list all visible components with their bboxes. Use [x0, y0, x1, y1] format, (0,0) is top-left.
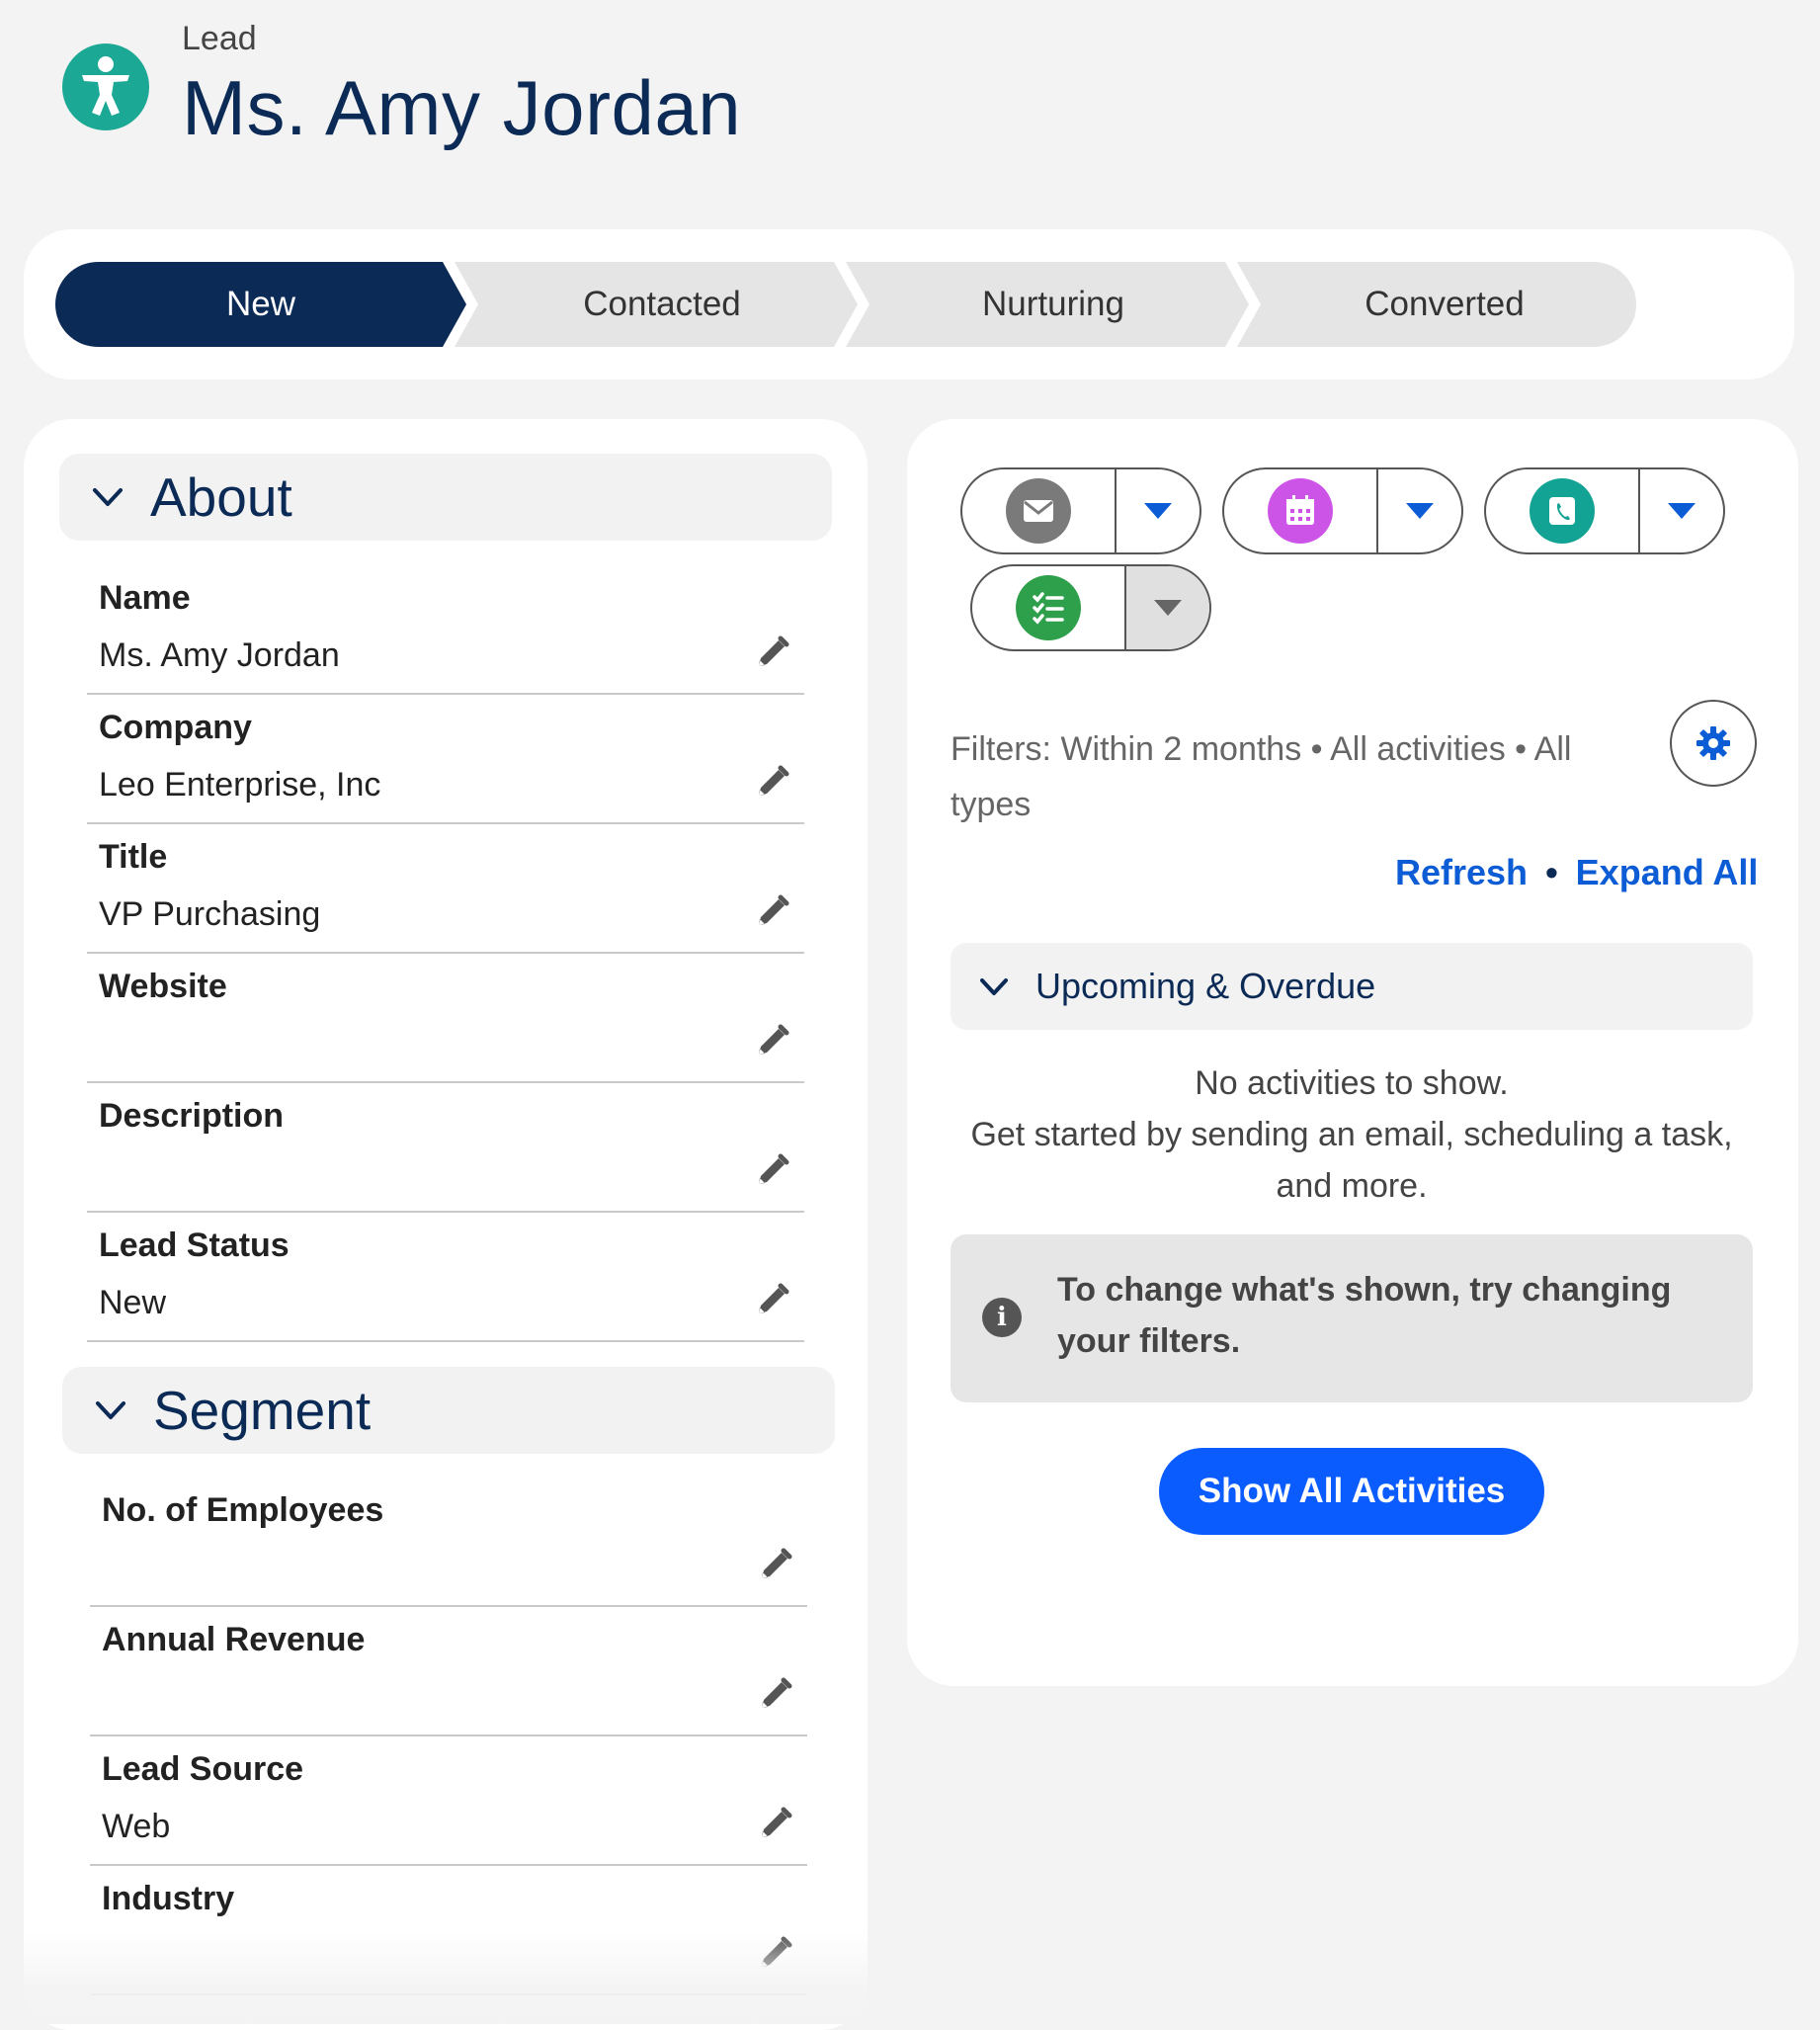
pencil-icon[interactable]	[754, 1674, 795, 1716]
empty-state-title: No activities to show.	[1195, 1064, 1509, 1102]
path-step-label: New	[225, 285, 296, 323]
log-call-button[interactable]	[1486, 469, 1640, 552]
chevron-down-icon	[96, 1401, 125, 1419]
path-step-label: Converted	[1365, 285, 1525, 323]
event-dropdown-button[interactable]	[1378, 469, 1461, 552]
field-company: Company Leo Enterprise, Inc	[87, 693, 804, 824]
refresh-link[interactable]: Refresh	[1395, 852, 1528, 892]
new-task-icon	[1016, 575, 1081, 640]
caret-down-icon	[1668, 503, 1696, 519]
filter-tip-text: To change what's shown, try changing you…	[1057, 1271, 1672, 1360]
field-lead-status: Lead Status New	[87, 1211, 804, 1342]
pencil-icon[interactable]	[754, 1545, 795, 1586]
email-icon	[1006, 478, 1071, 544]
field-value: New	[99, 1284, 167, 1321]
send-email-button[interactable]	[962, 469, 1117, 552]
pencil-icon[interactable]	[751, 1280, 792, 1321]
event-action-group	[1222, 467, 1463, 554]
pencil-icon[interactable]	[751, 762, 792, 804]
path-step-contacted[interactable]: Contacted	[455, 262, 858, 347]
pencil-icon[interactable]	[751, 1021, 792, 1062]
activity-links: Refresh • Expand All	[1395, 852, 1758, 893]
field-label: Lead Status	[99, 1226, 290, 1264]
object-label: Lead	[182, 20, 257, 57]
filters-summary: Filters: Within 2 months • All activitie…	[951, 730, 1572, 823]
caret-down-icon	[1406, 503, 1434, 519]
record-title: Ms. Amy Jordan	[182, 64, 742, 151]
field-value: Ms. Amy Jordan	[99, 636, 340, 674]
calendar-event-icon	[1268, 478, 1333, 544]
upcoming-overdue-header[interactable]: Upcoming & Overdue	[951, 943, 1753, 1030]
field-lead-source: Lead Source Web	[90, 1734, 807, 1866]
path-step-new[interactable]: New	[55, 262, 466, 347]
upcoming-overdue-title: Upcoming & Overdue	[1035, 966, 1376, 1006]
about-section-header[interactable]: About	[59, 454, 832, 541]
field-label: Industry	[102, 1880, 235, 1917]
field-name: Name Ms. Amy Jordan	[87, 563, 804, 695]
show-all-activities-button[interactable]: Show All Activities	[1159, 1448, 1544, 1535]
field-label: Title	[99, 838, 168, 876]
path-step-label: Nurturing	[982, 285, 1124, 323]
field-label: Lead Source	[102, 1750, 304, 1788]
log-call-icon	[1530, 478, 1595, 544]
caret-down-icon	[1154, 600, 1182, 616]
caret-down-icon	[1144, 503, 1172, 519]
field-label: Description	[99, 1097, 285, 1135]
task-dropdown-button[interactable]	[1126, 566, 1209, 649]
field-label: Company	[99, 709, 252, 746]
field-value: Web	[102, 1808, 171, 1845]
path-step-converted[interactable]: Converted	[1237, 262, 1636, 347]
field-label: No. of Employees	[102, 1491, 384, 1529]
gear-icon	[1696, 726, 1730, 760]
new-event-button[interactable]	[1224, 469, 1378, 552]
pencil-icon[interactable]	[751, 1150, 792, 1192]
pencil-icon[interactable]	[754, 1933, 795, 1975]
path-step-nurturing[interactable]: Nurturing	[846, 262, 1249, 347]
field-industry: Industry	[90, 1864, 807, 1995]
field-value: VP Purchasing	[99, 895, 321, 933]
field-no-of-employees: No. of Employees	[90, 1476, 807, 1607]
section-title: About	[150, 466, 292, 528]
field-description: Description	[87, 1081, 804, 1213]
empty-state-message: Get started by sending an email, schedul…	[970, 1116, 1733, 1205]
info-icon: i	[982, 1298, 1022, 1337]
path-step-label: Contacted	[583, 285, 741, 323]
expand-all-link[interactable]: Expand All	[1576, 852, 1759, 892]
call-dropdown-button[interactable]	[1640, 469, 1723, 552]
field-website: Website	[87, 952, 804, 1083]
new-task-button[interactable]	[972, 566, 1126, 649]
field-label: Annual Revenue	[102, 1621, 366, 1658]
filter-tip: i To change what's shown, try changing y…	[951, 1234, 1753, 1402]
lead-person-icon	[62, 43, 149, 130]
email-action-group	[960, 467, 1201, 554]
pencil-icon[interactable]	[751, 891, 792, 933]
pencil-icon[interactable]	[754, 1804, 795, 1845]
field-label: Website	[99, 968, 227, 1005]
chevron-down-icon	[93, 488, 123, 506]
field-value: Leo Enterprise, Inc	[99, 766, 381, 804]
email-dropdown-button[interactable]	[1117, 469, 1200, 552]
filter-settings-button[interactable]	[1670, 700, 1757, 787]
field-annual-revenue: Annual Revenue	[90, 1605, 807, 1736]
task-action-group	[970, 564, 1211, 651]
link-separator: •	[1545, 852, 1558, 892]
section-title: Segment	[153, 1380, 372, 1441]
segment-section-header[interactable]: Segment	[62, 1367, 835, 1454]
pencil-icon[interactable]	[751, 633, 792, 674]
chevron-down-icon	[980, 978, 1008, 995]
field-label: Name	[99, 579, 191, 617]
empty-state: No activities to show. Get started by se…	[951, 1057, 1753, 1212]
field-title: Title VP Purchasing	[87, 822, 804, 954]
call-action-group	[1484, 467, 1725, 554]
